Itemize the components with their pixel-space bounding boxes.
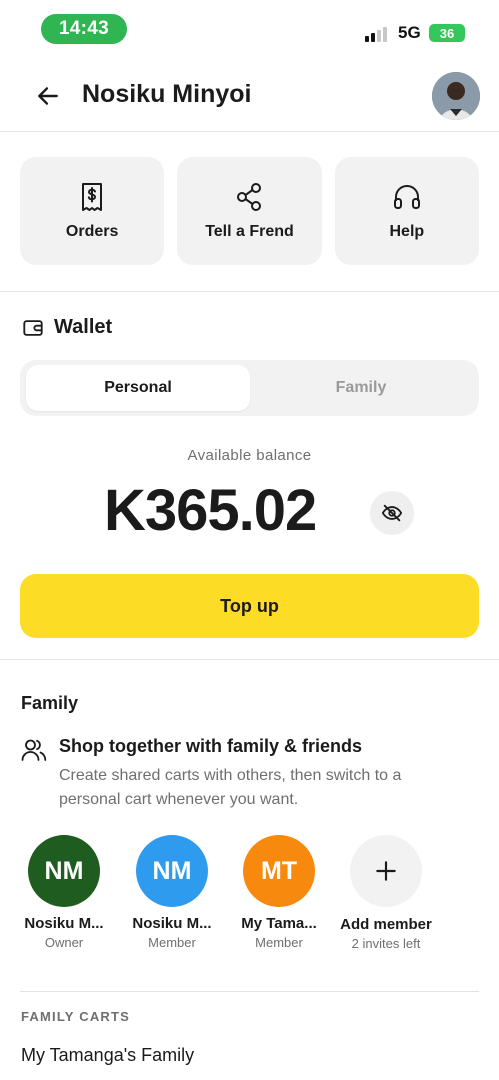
status-bar: 14:43 5G 36 <box>0 0 499 56</box>
wallet-title: Wallet <box>54 316 113 338</box>
help-label: Help <box>389 223 425 240</box>
family-member[interactable]: NM Nosiku M... Owner <box>14 835 114 950</box>
divider <box>0 131 499 132</box>
add-member-circle <box>350 835 422 907</box>
member-initials: MT <box>260 856 298 885</box>
orders-button[interactable]: Orders <box>20 157 165 265</box>
network-type: 5G <box>398 23 421 42</box>
headphones-icon <box>393 185 420 209</box>
member-name: My Tama... <box>241 915 317 932</box>
plus-icon <box>376 861 396 881</box>
back-button[interactable] <box>30 78 66 114</box>
tell-a-friend-label: Tell a Frend <box>205 223 294 240</box>
avatar[interactable] <box>432 72 480 120</box>
wallet-header: Wallet <box>22 316 112 339</box>
orders-label: Orders <box>65 223 119 240</box>
divider <box>0 291 499 292</box>
divider <box>0 659 499 660</box>
member-name: Nosiku M... <box>24 915 104 932</box>
tab-family[interactable]: Family <box>249 365 473 411</box>
balance-label: Available balance <box>187 447 312 464</box>
tell-a-friend-button[interactable]: Tell a Frend <box>177 157 322 265</box>
member-name: Nosiku M... <box>132 915 212 932</box>
family-cart-item[interactable]: My Tamanga's Family <box>21 1045 194 1066</box>
add-member-button[interactable]: Add member 2 invites left <box>336 835 436 951</box>
wallet-icon <box>23 319 43 336</box>
signal-icon <box>365 26 391 42</box>
family-member[interactable]: MT My Tama... Member <box>229 835 329 950</box>
battery-level: 36 <box>439 25 455 41</box>
add-member-label: Add member <box>340 916 432 933</box>
family-member[interactable]: NM Nosiku M... Member <box>122 835 222 950</box>
wallet-segment-control: Personal Family <box>20 360 479 416</box>
battery-icon: 36 <box>429 24 465 42</box>
member-avatar: NM <box>28 835 100 907</box>
member-role: Owner <box>44 935 84 950</box>
member-avatar: MT <box>243 835 315 907</box>
arrow-left-icon <box>38 87 58 105</box>
divider <box>20 991 479 992</box>
family-section-title: Family <box>21 693 79 713</box>
eye-off-icon <box>381 504 403 522</box>
family-carts-label: FAMILY CARTS <box>21 1009 131 1024</box>
receipt-icon <box>82 183 103 211</box>
people-icon <box>21 739 47 761</box>
member-avatar: NM <box>136 835 208 907</box>
family-promo-description: Create shared carts with others, then sw… <box>59 767 402 808</box>
invites-left: 2 invites left <box>351 936 421 951</box>
share-icon <box>237 183 262 211</box>
header: Nosiku Minyoi <box>0 66 499 130</box>
member-role: Member <box>148 935 196 950</box>
hide-balance-button[interactable] <box>370 491 414 535</box>
tab-personal[interactable]: Personal <box>26 365 250 411</box>
family-promo-title: Shop together with family & friends <box>59 736 363 756</box>
member-role: Member <box>255 935 303 950</box>
balance-amount: K365.02 <box>104 478 317 543</box>
member-initials: NM <box>44 856 84 885</box>
page-title: Nosiku Minyoi <box>82 80 252 108</box>
quick-actions: Orders Tell a Frend Help <box>20 157 479 265</box>
member-initials: NM <box>152 856 192 885</box>
top-up-button[interactable]: Top up <box>20 574 479 638</box>
help-button[interactable]: Help <box>334 157 479 265</box>
status-time: 14:43 <box>41 14 127 44</box>
